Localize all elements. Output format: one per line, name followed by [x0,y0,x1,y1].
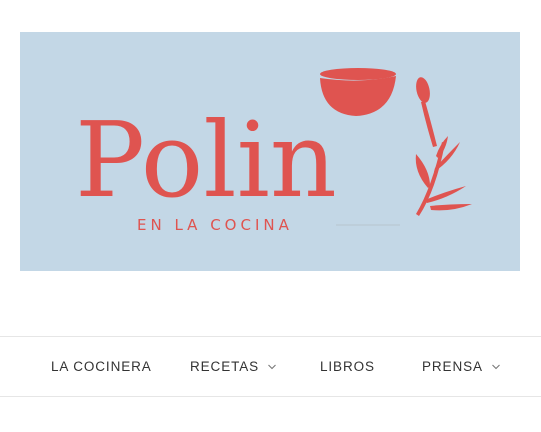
site-logo-banner[interactable]: Polin EN LA COCINA [20,32,520,271]
nav-item-label: LA COCINERA [51,359,152,374]
chevron-down-icon [267,362,277,372]
logo-tagline: EN LA COCINA [137,216,293,234]
spoon-icon [416,77,437,147]
nav-item-prensa[interactable]: PRENSA [422,337,501,396]
nav-item-label: LIBROS [320,359,375,374]
logo-wordmark: Polin [75,99,337,221]
nav-item-label: RECETAS [190,359,260,374]
nav-item-recetas[interactable]: RECETAS [190,337,277,396]
logo-image: Polin EN LA COCINA [75,68,472,234]
herb-sprig-icon [415,136,472,216]
site-header: Polin EN LA COCINA [0,0,541,336]
nav-item-la-cocinera[interactable]: LA COCINERA [51,337,152,396]
chevron-down-icon [491,362,501,372]
nav-item-label: PRENSA [422,359,483,374]
main-navigation: LA COCINERA RECETAS LIBROS PRENSA [0,336,541,397]
nav-item-libros[interactable]: LIBROS [320,337,375,396]
